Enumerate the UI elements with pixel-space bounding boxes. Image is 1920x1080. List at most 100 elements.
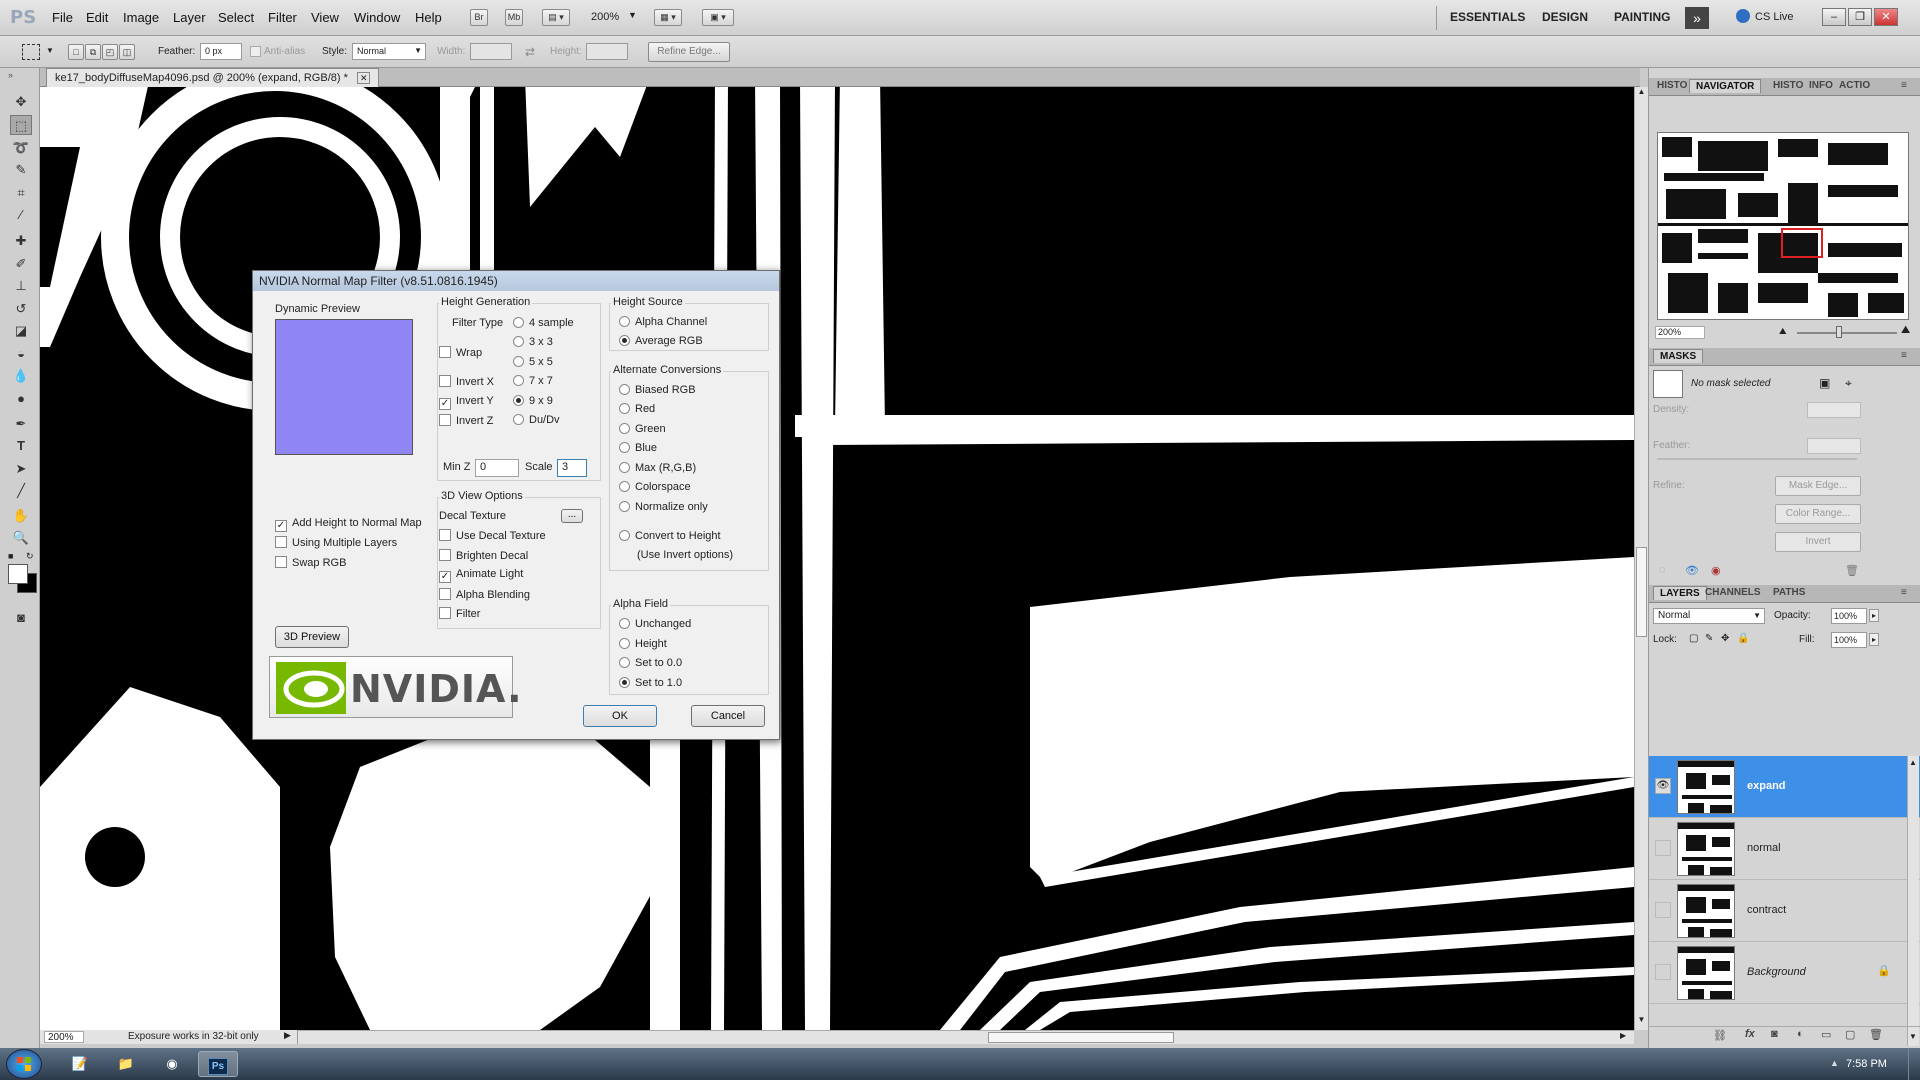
workspace-design[interactable]: DESIGN (1542, 10, 1588, 24)
minibridge-button[interactable]: Mb (505, 9, 523, 26)
tab-navigator[interactable]: NAVIGATOR (1689, 79, 1762, 93)
tab-histogram[interactable]: HISTO (1773, 80, 1803, 91)
pen-tool-icon[interactable]: ✒ (10, 414, 32, 434)
navigator-zoom-slider[interactable] (1797, 332, 1897, 334)
zoom-slider-handle[interactable] (1836, 326, 1842, 338)
scroll-up-icon[interactable]: ▲ (1909, 758, 1917, 767)
masks-panel-menu-icon[interactable]: ≡ (1901, 350, 1907, 361)
feather-slider[interactable] (1657, 458, 1857, 460)
tab-paths[interactable]: PATHS (1773, 587, 1805, 598)
paint-bucket-icon[interactable]: ◒ (10, 344, 32, 364)
status-zoom[interactable]: 200% (44, 1031, 84, 1043)
arrange-documents-button[interactable]: ▦ ▾ (654, 9, 682, 26)
scroll-down-icon[interactable]: ▼ (1635, 1015, 1648, 1024)
crop-tool-icon[interactable]: ⌗ (10, 183, 32, 203)
layer-visibility-eye-icon[interactable]: 👁 (1655, 778, 1671, 794)
subtract-selection-icon[interactable]: ◰ (102, 44, 118, 60)
zoom-out-icon[interactable]: ⛰ (1779, 326, 1787, 337)
minimize-button[interactable]: – (1822, 8, 1846, 26)
navigator-zoom[interactable]: 200% (1655, 326, 1705, 339)
fill-input[interactable]: 100% (1831, 632, 1867, 648)
default-colors-icon[interactable]: ■ (8, 551, 13, 561)
menu-select[interactable]: Select (218, 10, 254, 25)
scroll-right-icon[interactable]: ▶ (1620, 1031, 1626, 1040)
alpha-set-1[interactable]: Set to 1.0 (619, 677, 682, 689)
alt-red[interactable]: Red (619, 403, 655, 415)
quick-select-tool-icon[interactable]: ✎ (10, 160, 32, 180)
layer-row-background[interactable]: Background 🔒 (1649, 942, 1920, 1004)
scroll-up-icon[interactable]: ▲ (1635, 87, 1648, 96)
alt-blue[interactable]: Blue (619, 442, 657, 454)
close-button[interactable]: ✕ (1874, 8, 1898, 26)
taskbar-explorer-icon[interactable]: 📁 (106, 1051, 146, 1077)
foreground-color-swatch[interactable] (8, 564, 28, 584)
intersect-selection-icon[interactable]: ◫ (119, 44, 135, 60)
brighten-decal-checkbox[interactable]: Brighten Decal (439, 549, 528, 562)
layer-row-normal[interactable]: normal (1649, 818, 1920, 880)
view-extras-button[interactable]: ▤ ▾ (542, 9, 570, 26)
history-brush-icon[interactable]: ↺ (10, 299, 32, 319)
hand-tool-icon[interactable]: ✋ (10, 506, 32, 526)
antialias-checkbox[interactable] (250, 46, 261, 57)
tab-info[interactable]: INFO (1809, 80, 1833, 91)
eraser-tool-icon[interactable]: ◪ (10, 321, 32, 341)
tab-channels[interactable]: CHANNELS (1705, 587, 1761, 598)
taskbar-notepad-icon[interactable]: 📝 (60, 1051, 100, 1077)
fill-slider-icon[interactable]: ▸ (1869, 633, 1880, 646)
alt-green[interactable]: Green (619, 423, 666, 435)
marquee-tool-preset-icon[interactable] (22, 44, 40, 60)
height-input[interactable] (586, 43, 628, 60)
menu-image[interactable]: Image (123, 10, 159, 25)
quick-mask-icon[interactable]: ◙ (10, 608, 32, 628)
load-selection-icon[interactable]: ◌ (1659, 564, 1666, 576)
add-selection-icon[interactable]: ⧉ (85, 44, 101, 60)
layer-visibility-toggle[interactable] (1655, 902, 1671, 918)
clone-stamp-icon[interactable]: ⊥ (10, 276, 32, 296)
adjustment-layer-icon[interactable]: ◐ (1797, 1028, 1804, 1040)
alpha-blending-checkbox[interactable]: Alpha Blending (439, 588, 530, 601)
wrap-checkbox[interactable]: Wrap (439, 346, 482, 359)
pixel-mask-icon[interactable]: ▣ (1819, 376, 1830, 390)
screen-mode-button[interactable]: ▣ ▾ (702, 9, 734, 26)
delete-mask-icon[interactable]: 🗑 (1845, 564, 1859, 577)
collapse-tools-icon[interactable]: » (8, 70, 13, 80)
decal-browse-button[interactable]: ... (561, 509, 583, 523)
tab-history[interactable]: HISTO (1657, 80, 1687, 91)
filter-option-4-sample[interactable]: 4 sample (513, 317, 574, 329)
invert-y-checkbox[interactable]: ✓ Invert Y (439, 395, 494, 410)
vector-mask-icon[interactable]: ⌖ (1845, 376, 1852, 391)
layers-panel-menu-icon[interactable]: ≡ (1901, 587, 1907, 598)
alt-normalize-only[interactable]: Normalize only (619, 501, 708, 513)
eyedropper-tool-icon[interactable]: ⁄ (10, 205, 32, 225)
workspace-essentials[interactable]: ESSENTIALS (1450, 10, 1525, 24)
vertical-scroll-thumb[interactable] (1636, 547, 1647, 637)
alpha-channel-radio[interactable]: Alpha Channel (619, 316, 707, 328)
taskbar-clock[interactable]: 7:58 PM (1846, 1058, 1887, 1070)
dodge-tool-icon[interactable]: ● (10, 389, 32, 409)
lasso-tool-icon[interactable]: ➰ (10, 138, 32, 158)
opacity-slider-icon[interactable]: ▸ (1869, 609, 1880, 622)
status-menu-icon[interactable]: ▶ (284, 1030, 291, 1041)
alt-biased-rgb[interactable]: Biased RGB (619, 384, 696, 396)
alpha-unchanged[interactable]: Unchanged (619, 618, 691, 630)
line-tool-icon[interactable]: ╱ (10, 481, 32, 501)
panel-menu-icon[interactable]: ≡ (1901, 80, 1907, 91)
document-tab[interactable]: ke17_bodyDiffuseMap4096.psd @ 200% (expa… (46, 68, 380, 87)
menu-help[interactable]: Help (415, 10, 442, 25)
healing-brush-icon[interactable]: ✚ (10, 231, 32, 251)
use-decal-checkbox[interactable]: Use Decal Texture (439, 529, 546, 542)
lock-all-icon[interactable]: 🔒 (1737, 633, 1749, 644)
new-layer-icon[interactable]: ▢ (1845, 1028, 1855, 1041)
menu-layer[interactable]: Layer (173, 10, 206, 25)
mask-feather-input[interactable] (1807, 438, 1861, 454)
ok-button[interactable]: OK (583, 705, 657, 727)
preview-3d-button[interactable]: 3D Preview (275, 626, 349, 648)
layer-visibility-toggle[interactable] (1655, 840, 1671, 856)
lock-position-icon[interactable]: ✥ (1721, 633, 1729, 644)
new-selection-icon[interactable]: □ (68, 44, 84, 60)
convert-to-height-radio[interactable]: Convert to Height (619, 530, 721, 542)
tab-masks[interactable]: MASKS (1653, 349, 1704, 363)
start-button[interactable] (6, 1049, 42, 1079)
feather-input[interactable]: 0 px (200, 43, 242, 60)
navigator-preview[interactable] (1657, 132, 1909, 320)
